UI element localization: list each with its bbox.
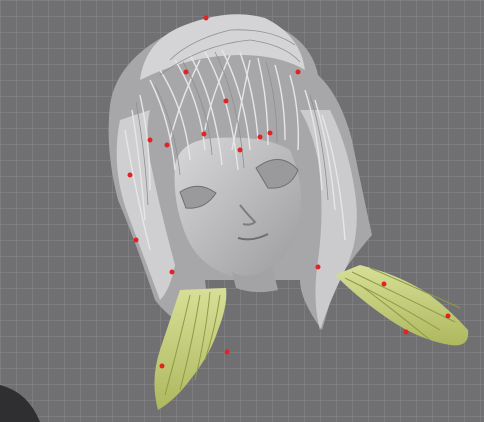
marker-point[interactable] — [315, 264, 321, 270]
marker-point[interactable] — [159, 363, 165, 369]
marker-point[interactable] — [257, 134, 263, 140]
marker-point[interactable] — [223, 98, 229, 104]
marker-point[interactable] — [403, 329, 409, 335]
marker-point[interactable] — [224, 349, 230, 355]
marker-point[interactable] — [295, 69, 301, 75]
marker-point[interactable] — [147, 137, 153, 143]
marker-point[interactable] — [183, 69, 189, 75]
marker-point[interactable] — [381, 281, 387, 287]
marker-point[interactable] — [237, 147, 243, 153]
marker-point[interactable] — [169, 269, 175, 275]
viewport-canvas[interactable] — [0, 0, 484, 422]
marker-point[interactable] — [133, 237, 139, 243]
marker-point[interactable] — [127, 172, 133, 178]
marker-point[interactable] — [164, 142, 170, 148]
marker-point[interactable] — [445, 313, 451, 319]
marker-point[interactable] — [203, 15, 209, 21]
3d-viewport[interactable] — [0, 0, 484, 422]
marker-point[interactable] — [267, 130, 273, 136]
marker-point[interactable] — [201, 131, 207, 137]
